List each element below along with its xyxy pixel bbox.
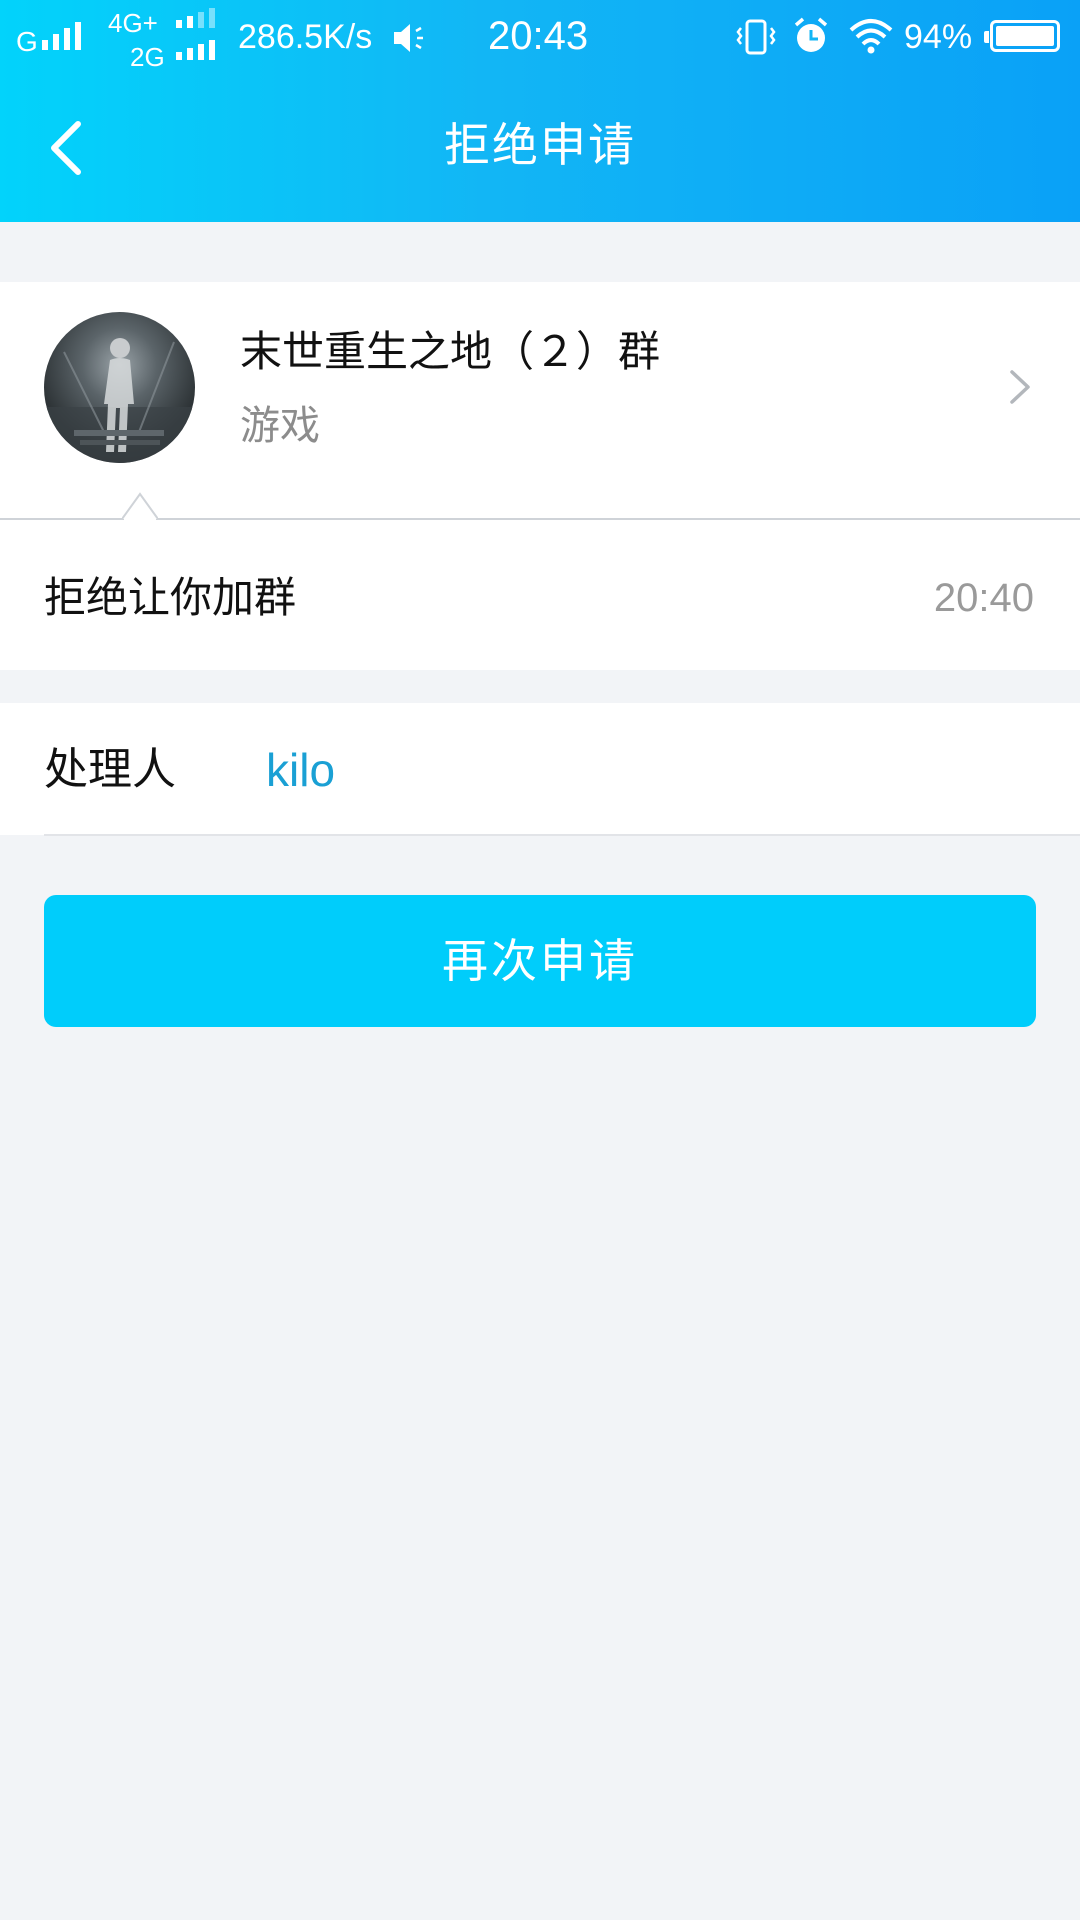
divider — [0, 518, 1080, 520]
speaker-icon — [394, 24, 423, 52]
alarm-icon — [794, 17, 828, 52]
handler-label: 处理人 — [44, 744, 176, 795]
battery-percent: 94% — [904, 18, 973, 56]
message-time: 20:40 — [933, 576, 1034, 620]
message-row: 拒绝让你加群 20:40 — [0, 520, 1080, 670]
group-avatar — [44, 312, 195, 463]
signal-icon — [176, 8, 215, 28]
app-header: G 4G+ 2G 286.5K/s 20:43 94% 拒绝申请 — [0, 0, 1080, 222]
carrier-label: G — [16, 26, 38, 57]
network-type-top: 4G+ — [108, 8, 158, 38]
chevron-right-icon[interactable] — [1006, 366, 1036, 408]
signal-icon — [42, 22, 81, 50]
group-name: 末世重生之地（２）群 — [240, 327, 661, 376]
network-speed: 286.5K/s — [238, 18, 373, 56]
group-card[interactable]: 末世重生之地（２）群 游戏 — [0, 282, 1080, 520]
divider — [44, 834, 1080, 836]
page-title: 拒绝申请 — [444, 118, 636, 172]
vibrate-icon — [736, 19, 776, 55]
status-bar: G 4G+ 2G 286.5K/s 20:43 94% — [0, 0, 1080, 76]
battery-icon — [984, 20, 1060, 52]
reapply-button[interactable]: 再次申请 — [44, 895, 1036, 1027]
clock-time: 20:43 — [488, 14, 589, 58]
rejection-message: 拒绝让你加群 — [44, 573, 297, 622]
wifi-icon — [849, 19, 893, 54]
pointer-notch — [122, 492, 158, 520]
group-category: 游戏 — [240, 403, 320, 449]
handler-name-link[interactable]: kilo — [266, 739, 335, 801]
network-type-bottom: 2G — [130, 42, 165, 72]
signal-icon — [176, 40, 215, 60]
handler-row: 处理人 kilo — [0, 703, 1080, 835]
